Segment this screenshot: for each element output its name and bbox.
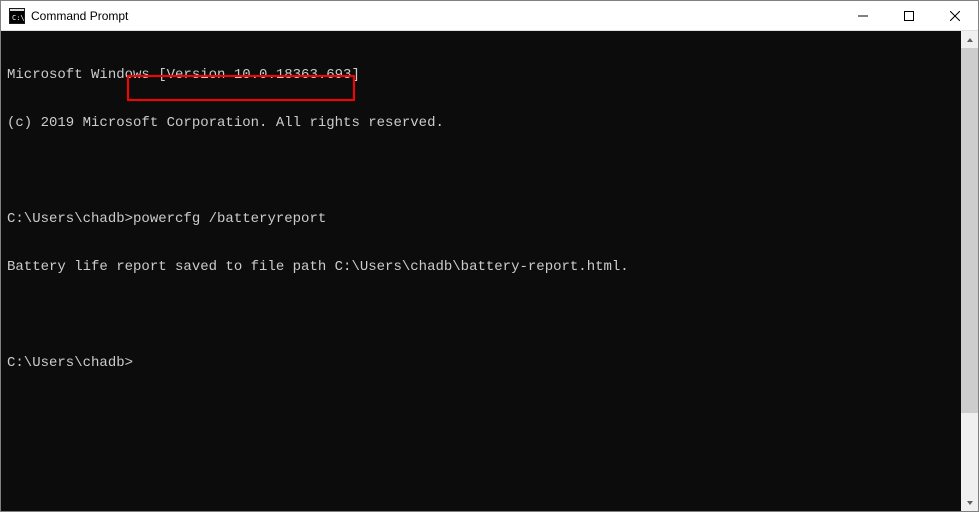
close-button[interactable] <box>932 1 978 30</box>
scroll-thumb[interactable] <box>961 48 978 413</box>
terminal-line <box>7 163 955 179</box>
svg-text:C:\: C:\ <box>12 14 25 22</box>
terminal[interactable]: Microsoft Windows [Version 10.0.18363.69… <box>1 31 961 511</box>
minimize-button[interactable] <box>840 1 886 30</box>
terminal-line: C:\Users\chadb> <box>7 355 955 371</box>
cmd-icon: C:\ <box>9 8 25 24</box>
terminal-line <box>7 307 955 323</box>
maximize-button[interactable] <box>886 1 932 30</box>
vertical-scrollbar[interactable] <box>961 31 978 511</box>
terminal-line: Microsoft Windows [Version 10.0.18363.69… <box>7 67 955 83</box>
window-title: Command Prompt <box>31 9 840 23</box>
scroll-track[interactable] <box>961 48 978 494</box>
terminal-container: Microsoft Windows [Version 10.0.18363.69… <box>1 31 978 511</box>
scroll-up-button[interactable] <box>961 31 978 48</box>
terminal-line: Battery life report saved to file path C… <box>7 259 955 275</box>
titlebar: C:\ Command Prompt <box>1 1 978 31</box>
command-prompt-window: C:\ Command Prompt Microsoft Windows [Ve… <box>0 0 979 512</box>
scroll-down-button[interactable] <box>961 494 978 511</box>
terminal-line: (c) 2019 Microsoft Corporation. All righ… <box>7 115 955 131</box>
terminal-line: C:\Users\chadb>powercfg /batteryreport <box>7 211 955 227</box>
window-controls <box>840 1 978 30</box>
